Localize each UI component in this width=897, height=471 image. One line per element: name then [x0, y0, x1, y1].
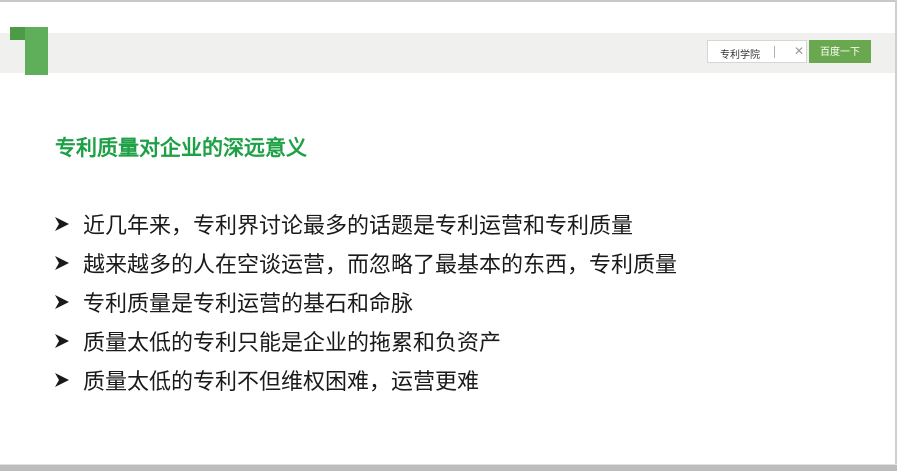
list-item: 越来越多的人在空谈运营，而忽略了最基本的东西，专利质量: [55, 243, 677, 282]
bullet-text: 质量太低的专利不但维权困难，运营更难: [83, 369, 480, 395]
list-item: 近几年来，专利界讨论最多的话题是专利运营和专利质量: [55, 204, 677, 243]
arrow-right-icon: [55, 372, 69, 387]
arrow-right-icon: [55, 294, 69, 309]
top-border: [0, 0, 897, 2]
bullet-text: 专利质量是专利运营的基石和命脉: [83, 291, 414, 317]
bullet-text: 越来越多的人在空谈运营，而忽略了最基本的东西，专利质量: [83, 252, 678, 278]
close-icon[interactable]: ✕: [794, 44, 804, 58]
search-button[interactable]: 百度一下: [809, 40, 871, 63]
green-number-one-logo-icon: [10, 27, 48, 75]
list-item: 质量太低的专利不但维权困难，运营更难: [55, 360, 677, 399]
arrow-right-icon: [55, 333, 69, 348]
bottom-bar: [0, 465, 897, 471]
bullet-text: 质量太低的专利只能是企业的拖累和负资产: [83, 330, 502, 356]
text-cursor: [774, 46, 775, 58]
bullet-text: 近几年来，专利界讨论最多的话题是专利运营和专利质量: [83, 213, 634, 239]
arrow-right-icon: [55, 255, 69, 270]
search-input[interactable]: 专利学院 ✕: [707, 40, 807, 63]
search-input-value: 专利学院: [720, 50, 760, 61]
bullet-list: 近几年来，专利界讨论最多的话题是专利运营和专利质量 越来越多的人在空谈运营，而忽…: [55, 204, 677, 399]
list-item: 质量太低的专利只能是企业的拖累和负资产: [55, 321, 677, 360]
arrow-right-icon: [55, 216, 69, 231]
page-title: 专利质量对企业的深远意义: [55, 136, 307, 160]
list-item: 专利质量是专利运营的基石和命脉: [55, 282, 677, 321]
